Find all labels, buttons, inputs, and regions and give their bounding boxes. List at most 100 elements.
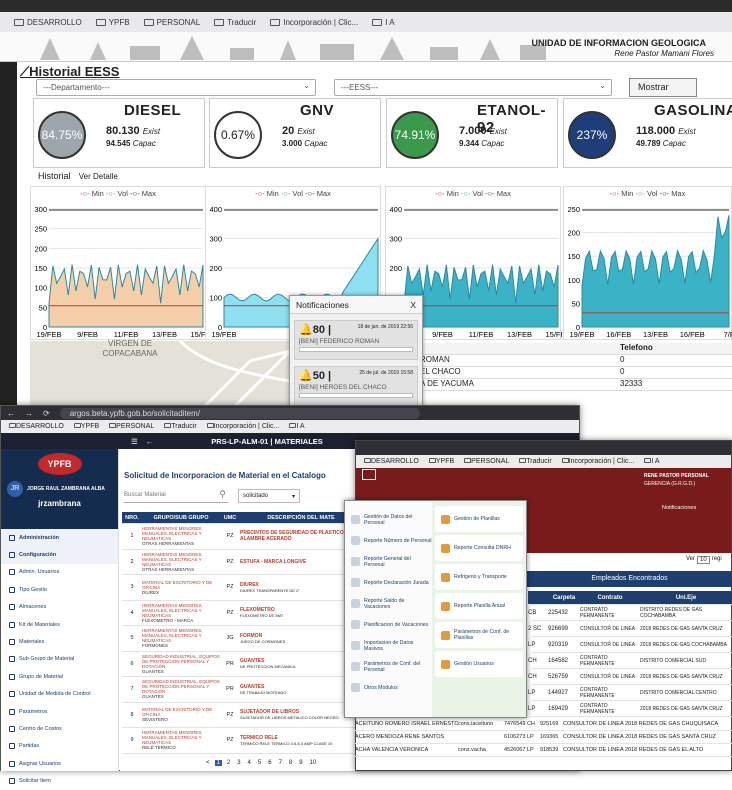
table-row[interactable]: LP 169429 CONTRATO PERMANENTE 2018 REDES DE… — [528, 701, 732, 717]
page-button[interactable]: 4 — [246, 760, 253, 766]
module-item[interactable]: Parámetros de Conf. de Planillas — [435, 622, 523, 648]
table-row[interactable]: A DE YACUMA 32333 — [420, 379, 732, 391]
bookmark-item[interactable]: PERSONAL — [464, 458, 509, 465]
bookmark-item[interactable]: YPFB — [73, 423, 99, 430]
module-item[interactable]: Planificacion de Vacaciones — [345, 614, 432, 635]
module-item[interactable]: Gestión de Datos del Personal — [345, 509, 432, 530]
table-row[interactable]: CH 526759 CONSULTOR DE LINEA 2018 REDES DE … — [528, 669, 732, 685]
table-row[interactable]: 4 HERRAMIENTAS MENORES, MANUALES, ELECTRI… — [122, 601, 362, 626]
bookmark-item[interactable]: Traducir — [214, 18, 256, 27]
bookmark-item[interactable]: I A — [644, 458, 660, 465]
sidebar-item[interactable]: Configuración — [1, 546, 118, 564]
module-item[interactable]: Importacion de Datos Masivos — [345, 635, 432, 656]
sidebar-item[interactable]: Administración — [1, 529, 118, 547]
bookmark-item[interactable]: DESARROLLO — [9, 423, 64, 430]
status-select[interactable]: solicitado ▾ — [238, 489, 300, 503]
module-item[interactable]: Reporte Número de Personal — [345, 530, 432, 551]
sidebar-item[interactable]: Sub Grupo de Material — [1, 651, 118, 668]
sidebar-item[interactable]: Solicitar Item — [1, 772, 118, 789]
page-button[interactable]: 9 — [297, 760, 304, 766]
back-icon[interactable]: ← — [7, 409, 15, 418]
sidebar-item[interactable]: Grupo de Material — [1, 668, 118, 685]
back-arrow-icon[interactable]: ← — [146, 437, 154, 446]
module-item[interactable]: Reporte General del Personal — [345, 551, 432, 572]
bookmark-item[interactable]: YPFB — [428, 458, 454, 465]
eess-select[interactable]: ---EESS--- ⌄ — [334, 79, 612, 96]
table-row[interactable]: 1 HERRAMIENTAS MENORES, MANUALES, ELECTRI… — [122, 524, 362, 550]
page-button[interactable]: 8 — [287, 760, 294, 766]
table-row[interactable]: ACHA VALENCIA VERONICA cons.vacha 4526067 … — [355, 744, 732, 757]
sidebar-item[interactable]: Asignar Usuarios — [1, 755, 118, 772]
sidebar-item[interactable]: Kit de Materiales — [1, 616, 118, 633]
bookmark-item[interactable]: Traducir — [164, 423, 197, 430]
sidebar-item[interactable]: Almacenes — [1, 599, 118, 616]
table-row[interactable]: CH 164582 CONTRATO PERMANENTE DISTRITO COME… — [528, 653, 732, 669]
mostrar-button[interactable]: Mostrar — [629, 78, 697, 97]
bookmark-item[interactable]: I A — [289, 423, 305, 430]
fuel-card[interactable]: 74.91% ETANOL-92 7.000 Exist 9.344 Capac — [386, 98, 558, 168]
table-row[interactable]: 5 HERRAMIENTAS MENORES, MANUALES, ELECTRI… — [122, 626, 362, 652]
bookmark-item[interactable]: DESARROLLO — [14, 18, 82, 27]
page-button[interactable]: 2 — [225, 760, 232, 766]
bookmark-item[interactable]: Incorporación | Clic... — [270, 18, 358, 27]
table-row[interactable]: 8 MATERIAL DE ESCRITORIO Y DE OFICINA SEVI… — [122, 703, 362, 728]
table-row[interactable]: ROMAN 0 — [420, 355, 732, 367]
table-row[interactable]: 2 SC 926699 CONSULTOR DE LINEA 2018 REDES D… — [528, 621, 732, 637]
notification-item[interactable]: 🔔80 | 18 de jun. de 2019 22:56 [BENI] FEDE… — [294, 320, 418, 360]
sidebar-item[interactable]: Materiales — [1, 633, 118, 650]
table-row[interactable]: 6 SEGURIDAD INDUSTRIAL, EQUIPOS DE PROTEC… — [122, 652, 362, 677]
close-icon[interactable]: X — [410, 300, 416, 310]
page-size-select[interactable]: 10 — [697, 556, 710, 564]
page-button[interactable]: 10 — [308, 760, 319, 766]
module-item[interactable]: Reporte Planilla Anual — [435, 593, 523, 619]
table-row[interactable]: 9 HERRAMIENTAS MENORES, MANUALES, ELECTRI… — [122, 728, 362, 754]
notifications-link[interactable]: Notificaciones — [662, 505, 696, 511]
module-item[interactable]: Reporte Consulta DNRH — [435, 535, 523, 561]
sidebar-item[interactable]: Parametros — [1, 703, 118, 720]
sidebar-item[interactable]: Tipo Gestio — [1, 581, 118, 598]
page-button[interactable]: 7 — [277, 760, 284, 766]
table-row[interactable]: LP 144927 CONTRATO PERMANENTE DISTRITO COME… — [528, 685, 732, 701]
bookmark-item[interactable]: PERSONAL — [109, 423, 154, 430]
fuel-card[interactable]: 84.75% DIESEL 80.130 Exist 94.545 Capac — [33, 98, 205, 168]
table-row[interactable]: 2 HERRAMIENTAS MENORES, MANUALES, ELECTRI… — [122, 550, 362, 575]
module-item[interactable]: Reporte Saldo de Vacaciones — [345, 593, 432, 614]
table-row[interactable]: EL CHACO 0 — [420, 367, 732, 379]
tab-ver-detalle[interactable]: Ver Detalle — [79, 172, 118, 181]
sidebar-item[interactable]: Admin. Usuarios — [1, 564, 118, 581]
table-row[interactable]: 3 MATERIAL DE ESCRITORIO Y DE OFICINA DIUR… — [122, 575, 362, 601]
fuel-card[interactable]: 237% GASOLINA 118.000 Exist 49.789 Capac — [563, 98, 732, 168]
page-button[interactable]: 3 — [235, 760, 242, 766]
departamento-select[interactable]: ---Departamento--- ⌄ — [36, 79, 316, 96]
sidebar-item[interactable]: Unidad de Medida de Control — [1, 686, 118, 703]
page-button[interactable]: 1 — [214, 760, 222, 766]
page-button[interactable]: < — [204, 760, 212, 766]
bookmark-item[interactable]: YPFB — [95, 18, 130, 27]
module-item[interactable]: Parámetros de Conf. del Personal — [345, 656, 432, 677]
table-row[interactable]: ACERO MENDOZA RENE SANTOS 6106273 LP 16936… — [355, 731, 732, 744]
forward-icon[interactable]: → — [25, 409, 33, 418]
page-button[interactable]: 5 — [256, 760, 263, 766]
module-item[interactable]: Otros Modulos — [345, 677, 432, 698]
bookmark-item[interactable]: I A — [372, 18, 395, 27]
table-row[interactable]: LP 920319 CONSULTOR DE LINEA 2018 REDES DE … — [528, 637, 732, 653]
table-row[interactable]: 7 SEGURIDAD INDUSTRIAL, EQUIPOS DE PROTEC… — [122, 677, 362, 703]
module-item[interactable]: Reporte Declaración Jurada — [345, 572, 432, 593]
table-row[interactable]: ACEITUNO ROMERO ISRAEL ERNESTO cons.iacei… — [355, 718, 732, 731]
bookmark-item[interactable]: DESARROLLO — [364, 458, 419, 465]
tab-historial[interactable]: Historial — [38, 171, 71, 181]
module-item[interactable]: Gestión de Planillas — [435, 506, 523, 532]
sidebar-item[interactable]: Centro de Costos — [1, 720, 118, 737]
module-item[interactable]: Gestión Usuarios — [435, 651, 523, 677]
table-row[interactable]: CB 225432 CONTRATO PERMANENTE DISTRITO REDE… — [528, 605, 732, 621]
reload-icon[interactable]: ⟳ — [43, 409, 50, 418]
fuel-card[interactable]: 0.67% GNV 20 Exist 3.000 Capac — [209, 98, 381, 168]
page-button[interactable]: 6 — [266, 760, 273, 766]
bookmark-item[interactable]: Incorporación | Clic... — [561, 458, 634, 465]
url-field[interactable]: argos.beta.ypfb.gob.bo/solicitaditem/ — [59, 407, 420, 419]
module-item[interactable]: Refrigerio y Transporte — [435, 564, 523, 590]
search-input[interactable]: Buscar Material ⚲ — [124, 489, 228, 503]
hamburger-icon[interactable] — [362, 469, 376, 480]
sidebar-item[interactable]: Partidas — [1, 738, 118, 755]
bookmark-item[interactable]: Traducir — [519, 458, 552, 465]
